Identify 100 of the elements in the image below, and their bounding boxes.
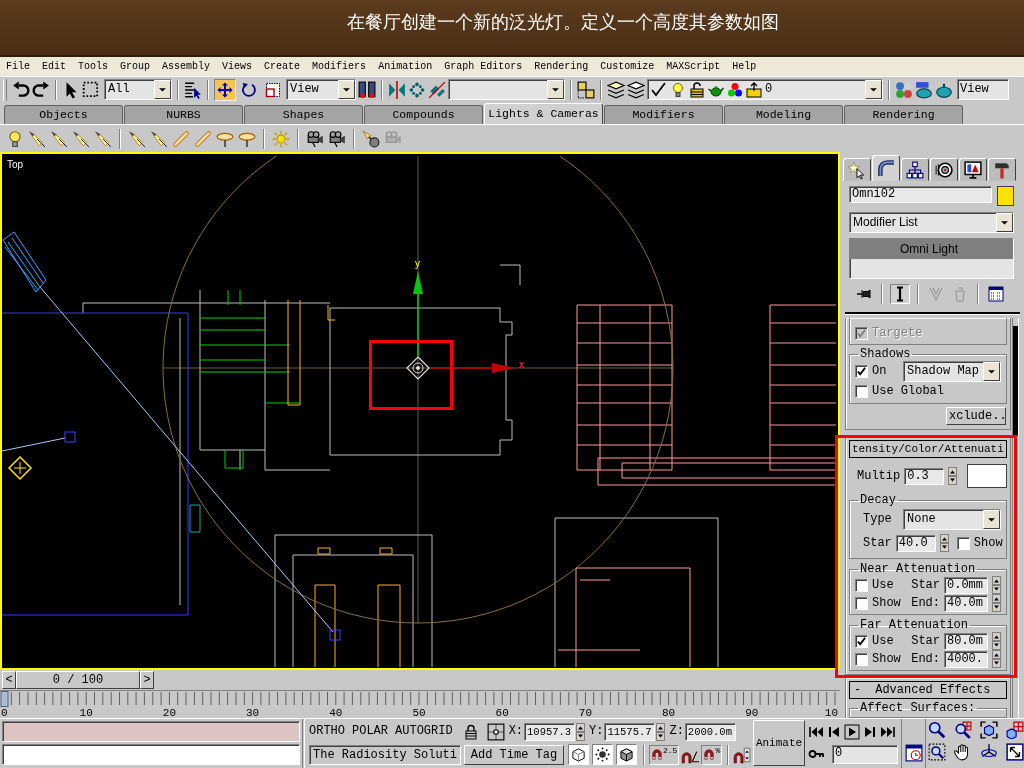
maximize-icon[interactable]: [1006, 743, 1024, 761]
object-color-swatch[interactable]: [997, 186, 1014, 206]
menu-item[interactable]: Rendering: [528, 58, 595, 75]
checkbox[interactable]: [855, 634, 868, 648]
command-panel-tab[interactable]: [843, 158, 871, 181]
spotlight-icon[interactable]: [28, 129, 46, 148]
spotlight-icon[interactable]: [50, 129, 68, 148]
stack-item[interactable]: Omni Light: [850, 239, 1013, 259]
squares-icon[interactable]: [577, 80, 595, 99]
menu-item[interactable]: File: [0, 58, 36, 75]
time-slider-track[interactable]: < 0 / 100 >: [0, 670, 840, 690]
menu-item[interactable]: Assembly: [156, 58, 217, 75]
command-panel-tab[interactable]: [901, 158, 929, 181]
command-panel-tab[interactable]: [930, 158, 958, 181]
spotlight-icon[interactable]: [128, 129, 146, 148]
add-time-tag-button[interactable]: Add Time Tag: [464, 744, 564, 765]
toolbar-tab[interactable]: Objects: [4, 105, 123, 124]
decay-type-dropdown[interactable]: None: [903, 509, 1001, 530]
dotted-rectangle-icon[interactable]: [82, 80, 100, 99]
toolbar-tab[interactable]: Lights & Cameras: [484, 103, 603, 124]
coordinate-field[interactable]: 2000.0m: [684, 722, 736, 741]
coordinate-field[interactable]: 10957.3: [524, 722, 576, 741]
menu-item[interactable]: Tools: [72, 58, 115, 75]
undo-icon[interactable]: [12, 80, 30, 99]
material-spheres-icon[interactable]: [895, 80, 913, 99]
spinner-arrows-icon[interactable]: [576, 722, 586, 741]
spinner-arrows-icon[interactable]: [948, 467, 958, 485]
selection-set-dropdown[interactable]: [448, 79, 565, 100]
menu-item[interactable]: Graph Editors: [438, 58, 529, 75]
light-bulb-icon[interactable]: [6, 129, 24, 148]
move-icon[interactable]: [214, 78, 236, 101]
spotlight-icon[interactable]: [2, 231, 47, 293]
scrollbar[interactable]: [1012, 318, 1019, 718]
command-panel-tab[interactable]: [872, 155, 900, 181]
spinner-arrows-icon[interactable]: [656, 722, 666, 741]
teapot-window-icon[interactable]: [915, 80, 933, 99]
mode-toggle[interactable]: ORTHO: [309, 724, 345, 739]
cube-brackets-icon[interactable]: [980, 721, 998, 739]
viewport-label[interactable]: Top: [7, 159, 24, 170]
omni-light-icon[interactable]: [406, 356, 430, 380]
spotlight-icon[interactable]: [150, 129, 168, 148]
menu-item[interactable]: Help: [726, 58, 763, 75]
x-axis-arrow[interactable]: [430, 363, 515, 373]
viewport[interactable]: Top y x: [0, 152, 840, 670]
y-axis-arrow[interactable]: [413, 271, 423, 357]
modifier-list-dropdown[interactable]: Modifier List: [849, 212, 1014, 233]
object-name-field[interactable]: Omni02: [849, 186, 992, 203]
magnet-spinner-icon[interactable]: [733, 745, 752, 764]
current-frame-marker[interactable]: [0, 691, 9, 707]
snap-toggle[interactable]: %: [701, 744, 723, 765]
mirror-icon[interactable]: [388, 80, 406, 99]
layers-icon[interactable]: [607, 80, 625, 99]
magnifier-grid-icon[interactable]: [954, 721, 972, 739]
toolbar-tab[interactable]: Compounds: [364, 105, 483, 124]
redo-icon[interactable]: [32, 80, 50, 99]
render-type-field[interactable]: View: [957, 79, 1009, 100]
bars-dots-icon[interactable]: [358, 80, 376, 99]
next-frame-button[interactable]: >: [140, 671, 154, 689]
time-slider-thumb[interactable]: 0 / 100: [16, 671, 140, 689]
menu-item[interactable]: Animation: [372, 58, 439, 75]
light-target-icon[interactable]: [329, 629, 341, 641]
dot-array-icon[interactable]: [408, 80, 426, 99]
window-grid-icon[interactable]: [986, 284, 1006, 304]
window-clock-icon[interactable]: [904, 744, 923, 762]
menu-item[interactable]: Edit: [36, 58, 73, 75]
padlock-icon[interactable]: [463, 723, 478, 740]
spinner-arrows-icon[interactable]: [992, 576, 1001, 594]
spotlight-icon[interactable]: [94, 129, 112, 148]
toolbar-tab[interactable]: Modeling: [724, 105, 843, 124]
diagonal-shapes-icon[interactable]: [428, 80, 446, 99]
previous-frame-button[interactable]: <: [2, 671, 16, 689]
menu-item[interactable]: Customize: [594, 58, 661, 75]
menu-item[interactable]: MAXScript: [660, 58, 727, 75]
attenuation-end-field[interactable]: 4000.: [944, 650, 988, 668]
checkbox[interactable]: [855, 364, 868, 378]
menu-item[interactable]: Modifiers: [306, 58, 373, 75]
go-to-end-icon[interactable]: [880, 724, 896, 740]
shaded-cube-icon[interactable]: [616, 744, 637, 765]
light-color-swatch[interactable]: [967, 464, 1008, 488]
decay-start-field[interactable]: 40.0: [895, 534, 936, 552]
multiplier-field[interactable]: 0.3: [904, 467, 945, 485]
script-input-field[interactable]: [2, 744, 300, 765]
coordinate-field[interactable]: 11575.7: [604, 722, 656, 741]
play-icon[interactable]: [844, 724, 860, 740]
attenuation-start-field[interactable]: 80.0m: [944, 632, 988, 650]
frame-field[interactable]: 0: [832, 744, 898, 764]
coordinate-system-dropdown[interactable]: View: [286, 79, 356, 100]
omni-light-icon[interactable]: [7, 455, 33, 481]
spinner-arrows-icon[interactable]: [992, 594, 1001, 612]
camera-icon[interactable]: [306, 129, 324, 148]
magnifier-dotted-box-icon[interactable]: [928, 743, 946, 761]
checkbox[interactable]: [956, 536, 970, 550]
attenuation-start-field[interactable]: 0.0mm: [944, 576, 988, 594]
script-output-field[interactable]: [2, 721, 300, 742]
menu-item[interactable]: Group: [114, 58, 157, 75]
shadow-type-dropdown[interactable]: Shadow Map: [903, 360, 1001, 382]
command-panel-tab[interactable]: [988, 158, 1016, 181]
attenuation-end-field[interactable]: 40.0m: [944, 594, 988, 612]
menu-item[interactable]: Views: [216, 58, 259, 75]
layer-dropdown[interactable]: 0: [647, 79, 883, 100]
